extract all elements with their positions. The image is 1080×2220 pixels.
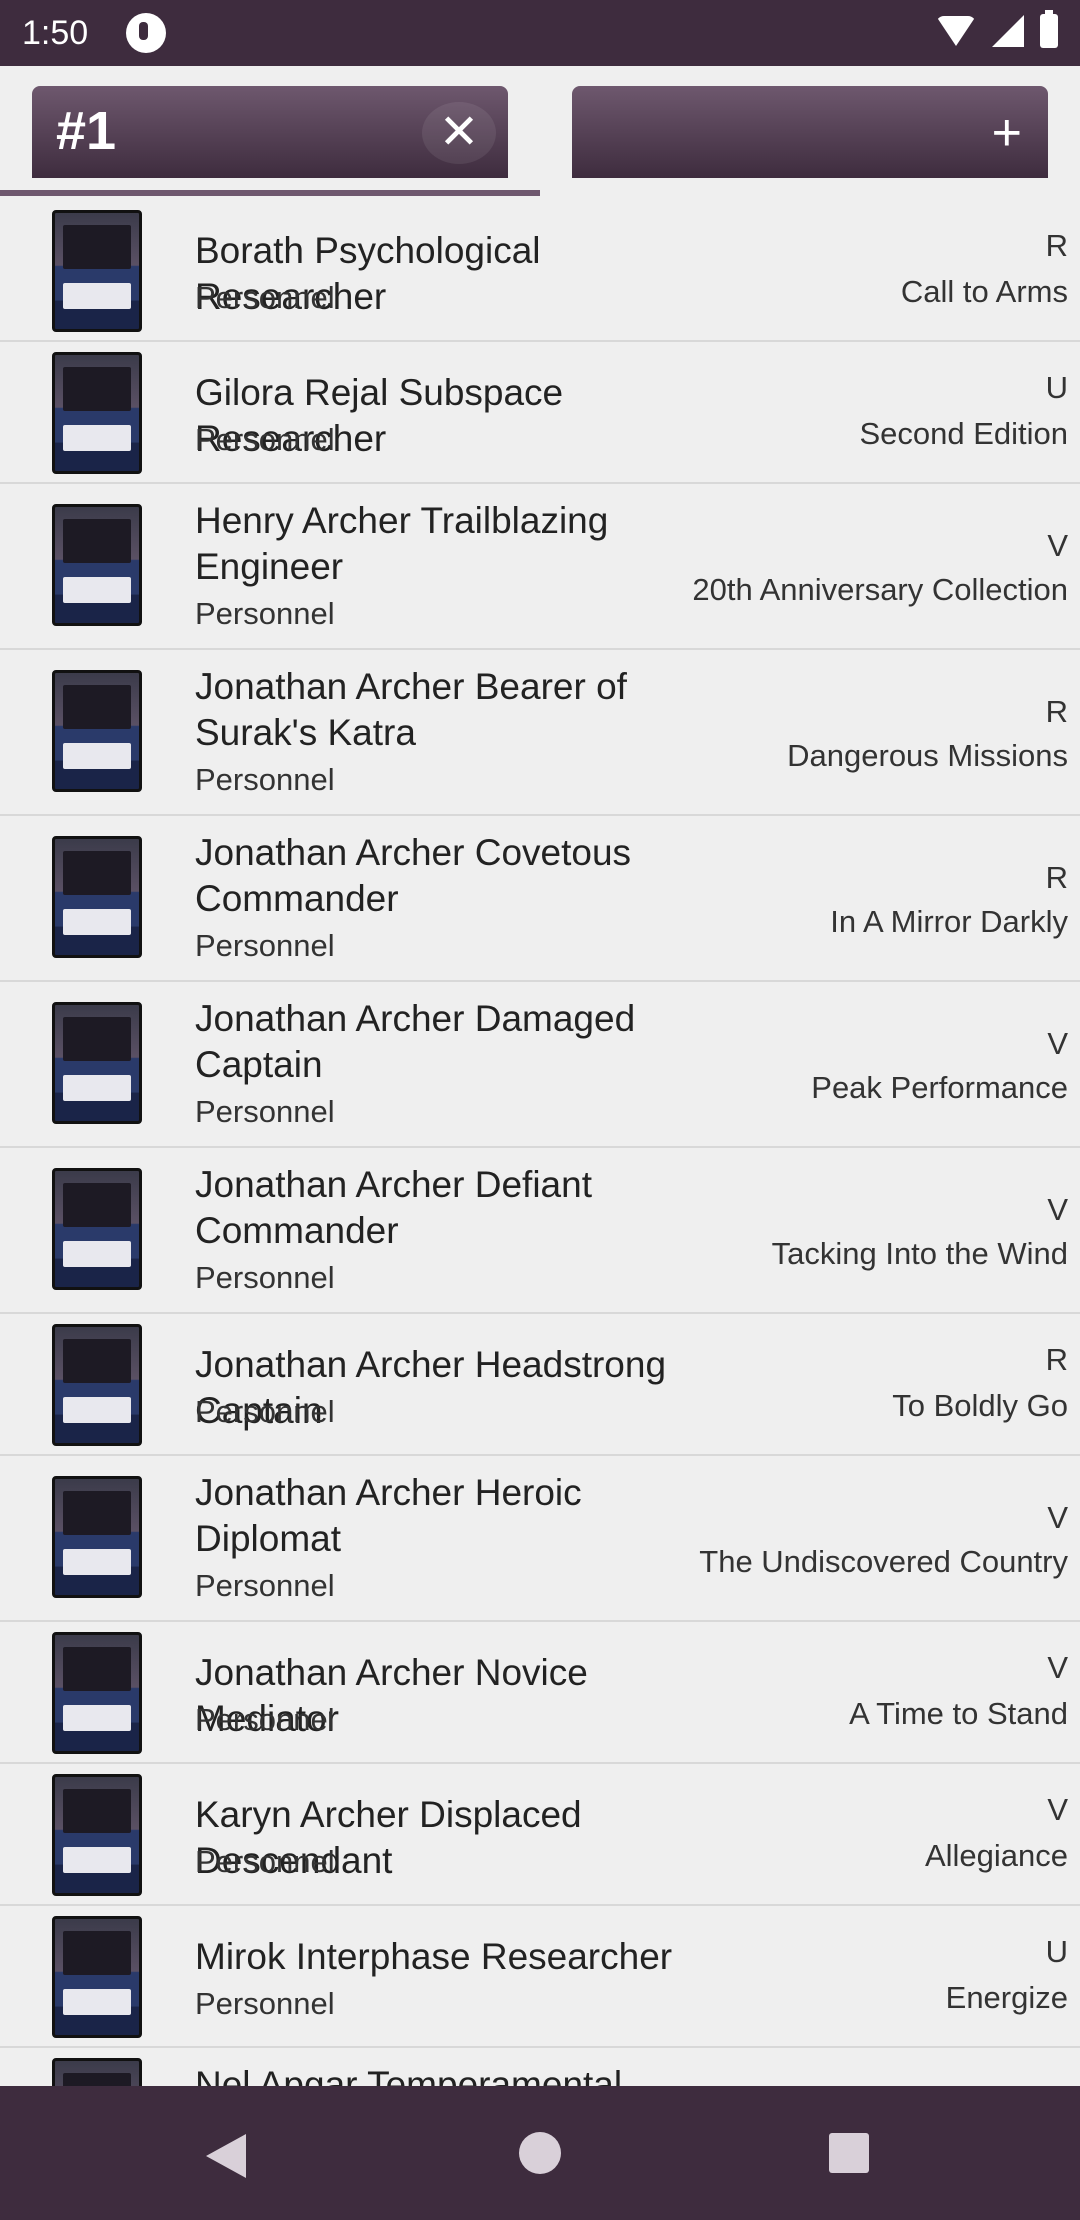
card-name: Jonathan Archer Heroic Diplomat — [195, 1472, 582, 1559]
add-tab-icon[interactable]: + — [992, 102, 1022, 164]
card-set: Peak Performance — [811, 1070, 1068, 1105]
card-set: Tacking Into the Wind — [771, 1236, 1068, 1271]
back-icon[interactable] — [206, 2134, 246, 2178]
card-list-item[interactable]: Karyn Archer Displaced Descendant Personn… — [0, 1764, 1080, 1906]
card-rarity: U — [1045, 370, 1068, 405]
card-thumbnail[interactable] — [52, 1002, 142, 1124]
card-thumbnail[interactable] — [52, 210, 142, 332]
card-list[interactable]: Borath Psychological Researcher Personnel… — [0, 200, 1080, 2086]
card-thumbnail[interactable] — [52, 670, 142, 792]
close-tab-icon[interactable]: ✕ — [422, 102, 496, 164]
card-thumbnail[interactable] — [52, 352, 142, 474]
card-type: Personnel — [195, 1986, 335, 2021]
card-thumbnail[interactable] — [52, 1774, 142, 1896]
card-thumbnail[interactable] — [52, 1324, 142, 1446]
card-type: Personnel — [195, 1568, 335, 1603]
card-type: Personnel — [195, 1844, 335, 1879]
card-rarity: R — [1045, 228, 1068, 263]
tab-add-deck[interactable]: + — [572, 86, 1048, 178]
recent-apps-icon[interactable] — [829, 2133, 869, 2173]
card-rarity: R — [1045, 694, 1068, 729]
wifi-icon — [936, 16, 976, 46]
tab-deck-1[interactable]: #1 ✕ — [32, 86, 508, 178]
card-rarity: V — [1047, 1650, 1068, 1685]
card-rarity: R — [1045, 1342, 1068, 1377]
card-rarity: V — [1047, 1500, 1068, 1535]
card-list-item[interactable]: Nel Apgar Temperamental — [0, 2048, 1080, 2086]
card-thumbnail[interactable] — [52, 1916, 142, 2038]
card-thumbnail[interactable] — [52, 1632, 142, 1754]
card-type: Personnel — [195, 1094, 335, 1129]
card-list-item[interactable]: Henry Archer Trailblazing Engineer Person… — [0, 484, 1080, 650]
card-type: Personnel — [195, 1394, 335, 1429]
card-rarity: U — [1045, 1934, 1068, 1969]
card-rarity: R — [1045, 860, 1068, 895]
card-list-item[interactable]: Jonathan Archer Damaged Captain Personnel… — [0, 982, 1080, 1148]
cell-signal-icon — [992, 15, 1024, 47]
card-set: In A Mirror Darkly — [830, 904, 1068, 939]
card-thumbnail[interactable] — [52, 1476, 142, 1598]
card-set: Call to Arms — [900, 274, 1068, 309]
card-list-item[interactable]: Jonathan Archer Defiant Commander Personn… — [0, 1148, 1080, 1314]
card-type: Personnel — [195, 1702, 335, 1737]
card-set: To Boldly Go — [892, 1388, 1068, 1423]
status-time: 1:50 — [22, 14, 89, 52]
deck-tab-bar: #1 ✕ + — [0, 66, 1080, 200]
card-list-item[interactable]: Jonathan Archer Bearer of Surak's Katra P… — [0, 650, 1080, 816]
active-tab-indicator — [0, 190, 540, 196]
card-list-item[interactable]: Borath Psychological Researcher Personnel… — [0, 200, 1080, 342]
home-icon[interactable] — [519, 2132, 561, 2174]
card-type: Personnel — [195, 762, 335, 797]
card-name: Jonathan Archer Damaged Captain — [195, 998, 636, 1085]
card-type: Personnel — [195, 422, 335, 457]
card-list-item[interactable]: Jonathan Archer Headstrong Captain Person… — [0, 1314, 1080, 1456]
card-type: Personnel — [195, 1260, 335, 1295]
card-type: Personnel — [195, 280, 335, 315]
card-list-item[interactable]: Gilora Rejal Subspace Researcher Personne… — [0, 342, 1080, 484]
app-notification-icon — [126, 13, 166, 53]
card-rarity: V — [1047, 1792, 1068, 1827]
card-list-item[interactable]: Jonathan Archer Covetous Commander Person… — [0, 816, 1080, 982]
card-set: Dangerous Missions — [787, 738, 1068, 773]
card-name: Mirok Interphase Researcher — [195, 1936, 673, 1977]
card-type: Personnel — [195, 928, 335, 963]
card-set: Allegiance — [924, 1838, 1068, 1873]
card-rarity: V — [1047, 1192, 1068, 1227]
card-thumbnail[interactable] — [52, 504, 142, 626]
card-name: Henry Archer Trailblazing Engineer — [195, 500, 609, 587]
card-set: 20th Anniversary Collection — [692, 572, 1068, 607]
card-type: Personnel — [195, 596, 335, 631]
card-set: The Undiscovered Country — [699, 1544, 1068, 1579]
card-set: Energize — [945, 1980, 1068, 2015]
card-name: Jonathan Archer Defiant Commander — [195, 1164, 592, 1251]
card-thumbnail[interactable] — [52, 836, 142, 958]
card-list-item[interactable]: Mirok Interphase Researcher Personnel U Ene… — [0, 1906, 1080, 2048]
tab-title: #1 — [56, 101, 117, 161]
card-set: A Time to Stand — [849, 1696, 1068, 1731]
card-list-item[interactable]: Jonathan Archer Novice Mediator Personnel… — [0, 1622, 1080, 1764]
card-name: Jonathan Archer Covetous Commander — [195, 832, 632, 919]
card-thumbnail[interactable] — [52, 2058, 142, 2086]
battery-icon — [1040, 10, 1058, 48]
card-name: Nel Apgar Temperamental — [195, 2064, 623, 2086]
card-list-item[interactable]: Jonathan Archer Heroic Diplomat Personnel… — [0, 1456, 1080, 1622]
card-thumbnail[interactable] — [52, 1168, 142, 1290]
card-rarity: V — [1047, 1026, 1068, 1061]
card-set: Second Edition — [859, 416, 1068, 451]
card-rarity: V — [1047, 528, 1068, 563]
status-bar: 1:50 — [0, 0, 1080, 66]
navigation-bar — [0, 2086, 1080, 2220]
status-icons — [936, 10, 1058, 48]
card-name: Jonathan Archer Bearer of Surak's Katra — [195, 666, 627, 753]
